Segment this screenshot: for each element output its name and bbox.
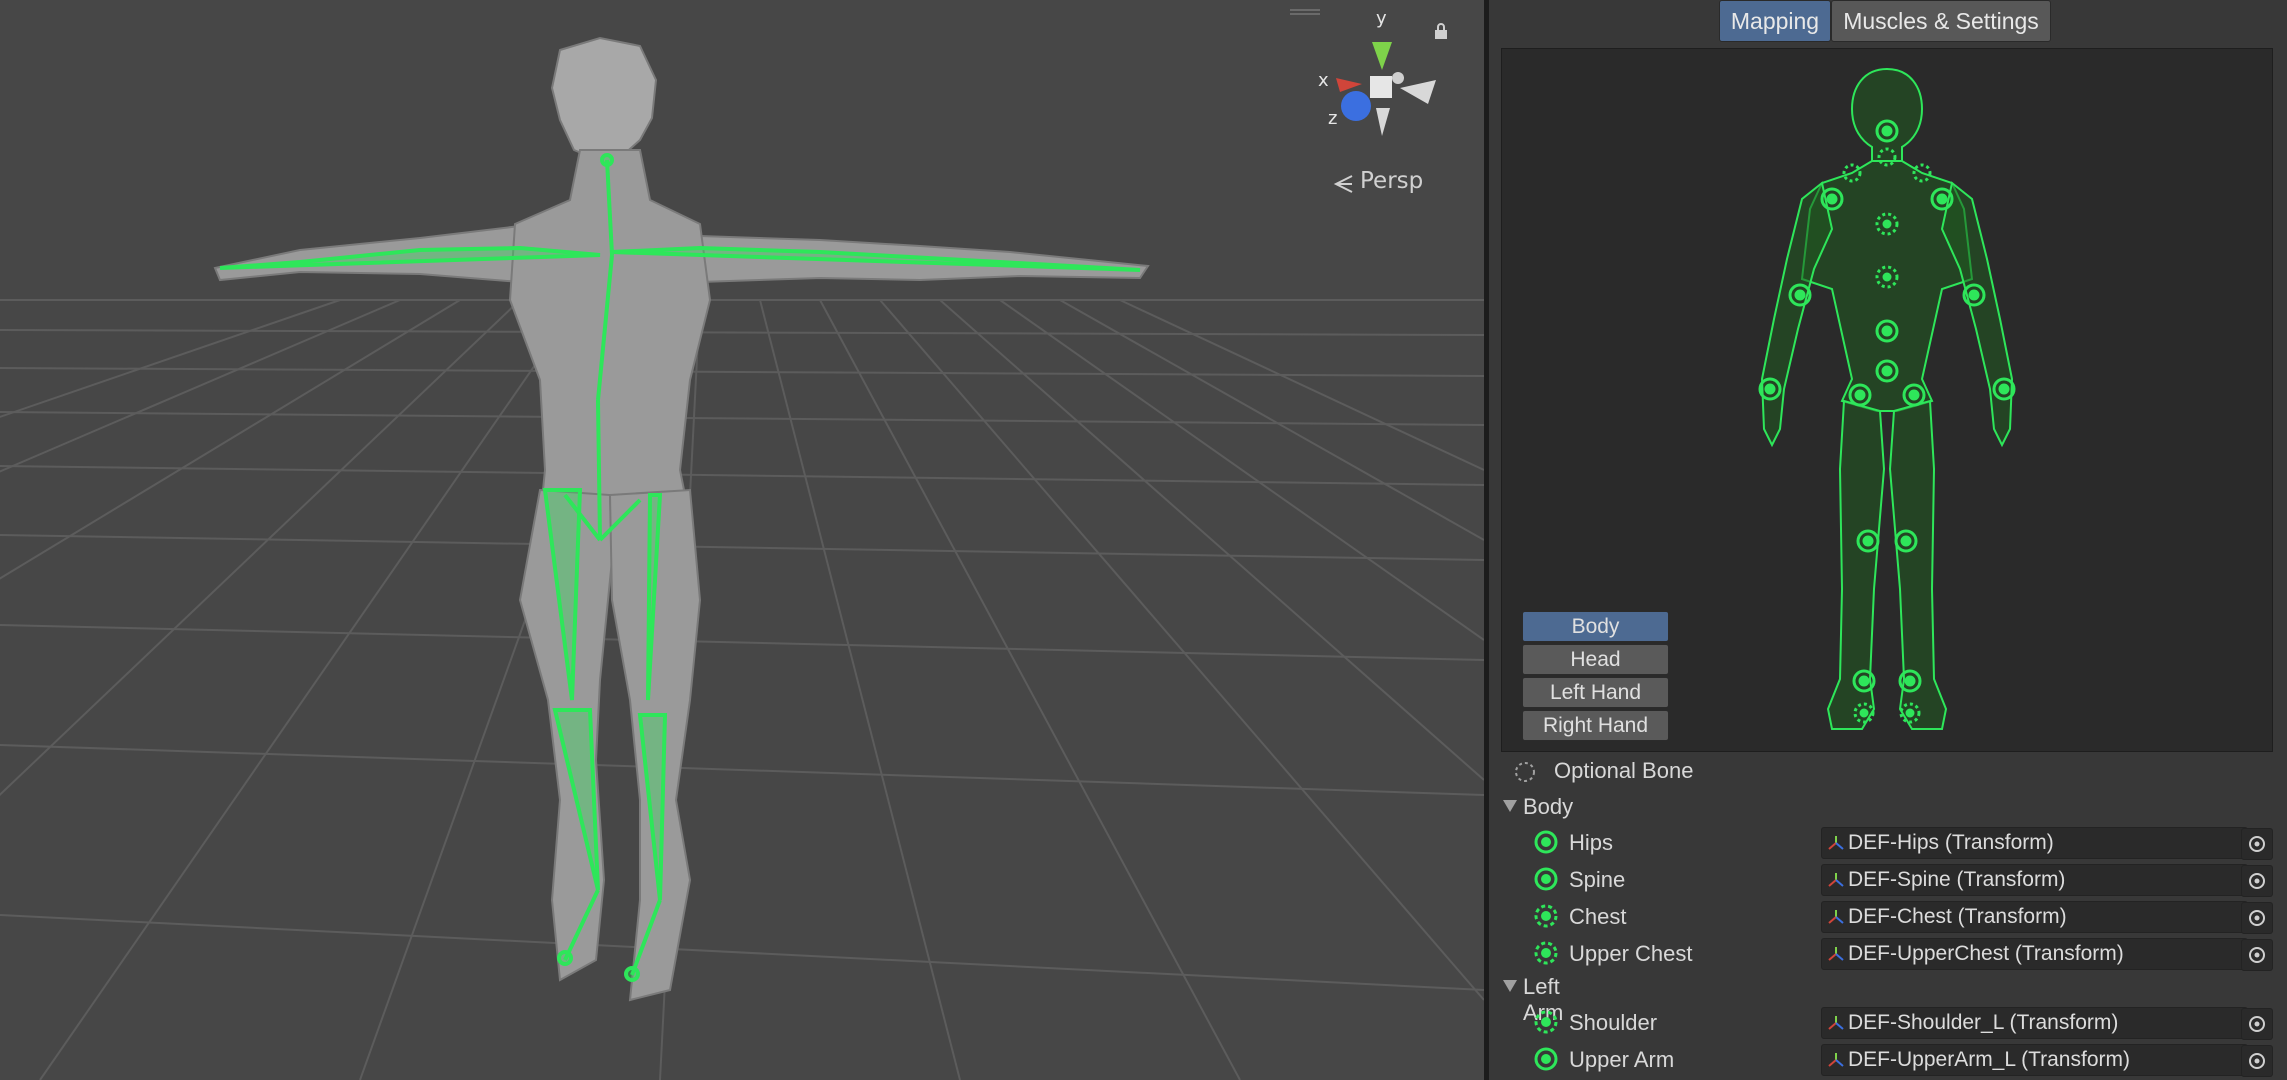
avatar-body-preview: Body Head Left Hand Right Hand (1501, 48, 2273, 752)
preview-left-hand-button[interactable]: Left Hand (1522, 677, 1669, 708)
bone-transform-value: DEF-Chest (Transform) (1848, 905, 2067, 928)
object-picker-button[interactable] (2241, 939, 2273, 971)
bone-row-upper-chest: Upper Chest DEF-UpperChest (Transform) (1489, 935, 2287, 971)
required-bone-icon (1534, 1047, 1558, 1071)
bone-row-upper-arm: Upper Arm DEF-UpperArm_L (Transform) (1489, 1041, 2287, 1077)
perspective-icon (1333, 175, 1353, 193)
lock-icon[interactable] (1432, 22, 1450, 40)
object-picker-button[interactable] (2241, 828, 2273, 860)
bone-row-shoulder: Shoulder DEF-Shoulder_L (Transform) (1489, 1004, 2287, 1040)
optional-bone-icon (1515, 762, 1535, 782)
gizmo-y-label: y (1376, 8, 1387, 29)
bone-transform-value: DEF-Hips (Transform) (1848, 831, 2054, 854)
character-mesh (213, 36, 1150, 1002)
foldout-arrow-icon[interactable] (1503, 980, 1517, 992)
projection-label[interactable]: Persp (1360, 168, 1423, 194)
tab-muscles-settings[interactable]: Muscles & Settings (1831, 0, 2051, 42)
bone-name: Shoulder (1569, 1010, 1658, 1035)
bone-name: Chest (1569, 904, 1627, 929)
preview-head-button[interactable]: Head (1522, 644, 1669, 675)
transform-icon (1828, 947, 1844, 961)
required-bone-icon (1534, 867, 1558, 891)
transform-icon (1828, 910, 1844, 924)
transform-icon (1828, 873, 1844, 887)
bone-transform-value: DEF-UpperChest (Transform) (1848, 942, 2124, 965)
bone-name: Hips (1569, 830, 1614, 855)
gizmo-z-label: z (1328, 108, 1338, 129)
floor-grid (0, 299, 1484, 1080)
target-icon (2249, 910, 2265, 926)
object-picker-button[interactable] (2241, 902, 2273, 934)
preview-body-button[interactable]: Body (1522, 611, 1669, 642)
optional-bone-label: Optional Bone (1554, 758, 1694, 783)
inspector-toolbar: Mapping Muscles & Settings (1489, 0, 2287, 44)
bone-transform-value: DEF-UpperArm_L (Transform) (1848, 1048, 2130, 1071)
optional-bone-icon (1534, 904, 1558, 928)
target-icon (2249, 873, 2265, 889)
bone-row-hips: Hips DEF-Hips (Transform) (1489, 824, 2287, 860)
avatar-inspector: Mapping Muscles & Settings Body Head Lef… (1489, 0, 2287, 1080)
bone-transform-field[interactable]: DEF-Spine (Transform) (1821, 864, 2248, 896)
transform-icon (1828, 1053, 1844, 1067)
optional-bone-icon (1534, 941, 1558, 965)
foldout-arrow-icon[interactable] (1503, 800, 1517, 812)
gizmo-drag-handle[interactable] (1290, 8, 1320, 16)
transform-icon (1828, 836, 1844, 850)
scene-viewport[interactable]: y x z Persp (0, 0, 1484, 1080)
target-icon (2249, 1053, 2265, 1069)
bone-transform-field[interactable]: DEF-UpperArm_L (Transform) (1821, 1044, 2248, 1076)
object-picker-button[interactable] (2241, 1045, 2273, 1077)
target-icon (2249, 947, 2265, 963)
bone-name: Upper Arm (1569, 1047, 1675, 1072)
bone-transform-field[interactable]: DEF-Hips (Transform) (1821, 827, 2248, 859)
optional-bone-legend: Optional Bone (1489, 756, 2287, 788)
section-body-title: Body (1523, 794, 1574, 819)
transform-icon (1828, 1016, 1844, 1030)
required-bone-icon (1534, 830, 1558, 854)
bone-transform-field[interactable]: DEF-UpperChest (Transform) (1821, 938, 2248, 970)
gizmo-x-label: x (1318, 70, 1329, 91)
tab-mapping[interactable]: Mapping (1719, 0, 1831, 42)
bone-transform-field[interactable]: DEF-Shoulder_L (Transform) (1821, 1007, 2248, 1039)
bone-row-chest: Chest DEF-Chest (Transform) (1489, 898, 2287, 934)
scene-canvas[interactable] (0, 0, 1484, 1080)
bone-transform-value: DEF-Shoulder_L (Transform) (1848, 1011, 2119, 1034)
preview-right-hand-button[interactable]: Right Hand (1522, 710, 1669, 741)
object-picker-button[interactable] (2241, 865, 2273, 897)
optional-bone-icon (1534, 1010, 1558, 1034)
orientation-gizmo-icon (1336, 42, 1436, 136)
bone-row-spine: Spine DEF-Spine (Transform) (1489, 861, 2287, 897)
bone-name: Upper Chest (1569, 941, 1693, 966)
object-picker-button[interactable] (2241, 1008, 2273, 1040)
bone-name: Spine (1569, 867, 1626, 892)
bone-transform-field[interactable]: DEF-Chest (Transform) (1821, 901, 2248, 933)
target-icon (2249, 1016, 2265, 1032)
bone-transform-value: DEF-Spine (Transform) (1848, 868, 2066, 891)
target-icon (2249, 836, 2265, 852)
